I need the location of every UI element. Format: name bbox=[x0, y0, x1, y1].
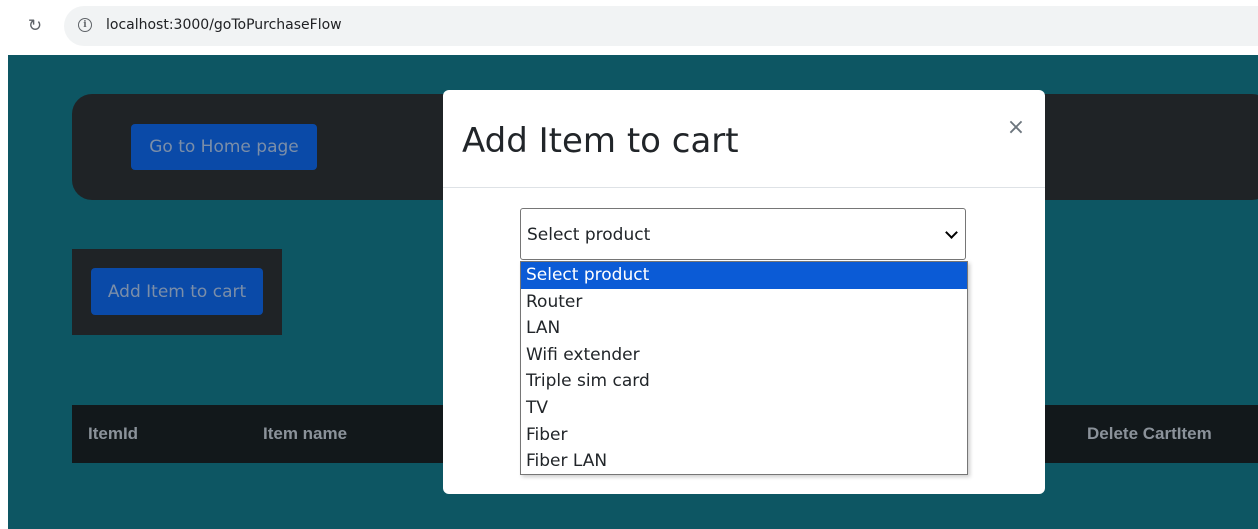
chevron-down-icon bbox=[945, 226, 958, 239]
go-home-button[interactable]: Go to Home page bbox=[131, 124, 317, 170]
reload-icon[interactable]: ↻ bbox=[24, 15, 46, 37]
url-bar[interactable]: i localhost:3000/goToPurchaseFlow bbox=[64, 6, 1258, 46]
column-header-delete-cartitem: Delete CartItem bbox=[1087, 424, 1212, 443]
product-select-value: Select product bbox=[527, 225, 651, 245]
option-select-product[interactable]: Select product bbox=[521, 262, 967, 289]
info-icon[interactable]: i bbox=[78, 18, 92, 32]
option-lan[interactable]: LAN bbox=[521, 315, 967, 342]
add-item-to-cart-button[interactable]: Add Item to cart bbox=[91, 268, 263, 315]
option-fiber[interactable]: Fiber bbox=[521, 422, 967, 449]
product-select[interactable]: Select product bbox=[520, 208, 966, 260]
browser-address-bar: ↻ i localhost:3000/goToPurchaseFlow bbox=[0, 0, 1258, 52]
url-text: localhost:3000/goToPurchaseFlow bbox=[106, 17, 342, 33]
option-router[interactable]: Router bbox=[521, 289, 967, 316]
option-tv[interactable]: TV bbox=[521, 395, 967, 422]
modal-title: Add Item to cart bbox=[462, 121, 739, 161]
option-triple-sim-card[interactable]: Triple sim card bbox=[521, 368, 967, 395]
close-icon[interactable]: × bbox=[1006, 116, 1026, 140]
add-item-modal: Add Item to cart × Select product Select… bbox=[443, 90, 1045, 494]
option-wifi-extender[interactable]: Wifi extender bbox=[521, 342, 967, 369]
column-header-itemid: ItemId bbox=[88, 424, 139, 443]
option-fiber-lan[interactable]: Fiber LAN bbox=[521, 448, 967, 475]
add-item-panel: Add Item to cart bbox=[72, 249, 282, 335]
modal-header-divider bbox=[443, 187, 1045, 188]
column-header-item-name: Item name bbox=[263, 424, 348, 443]
product-options-list: Select product Router LAN Wifi extender … bbox=[520, 261, 968, 475]
